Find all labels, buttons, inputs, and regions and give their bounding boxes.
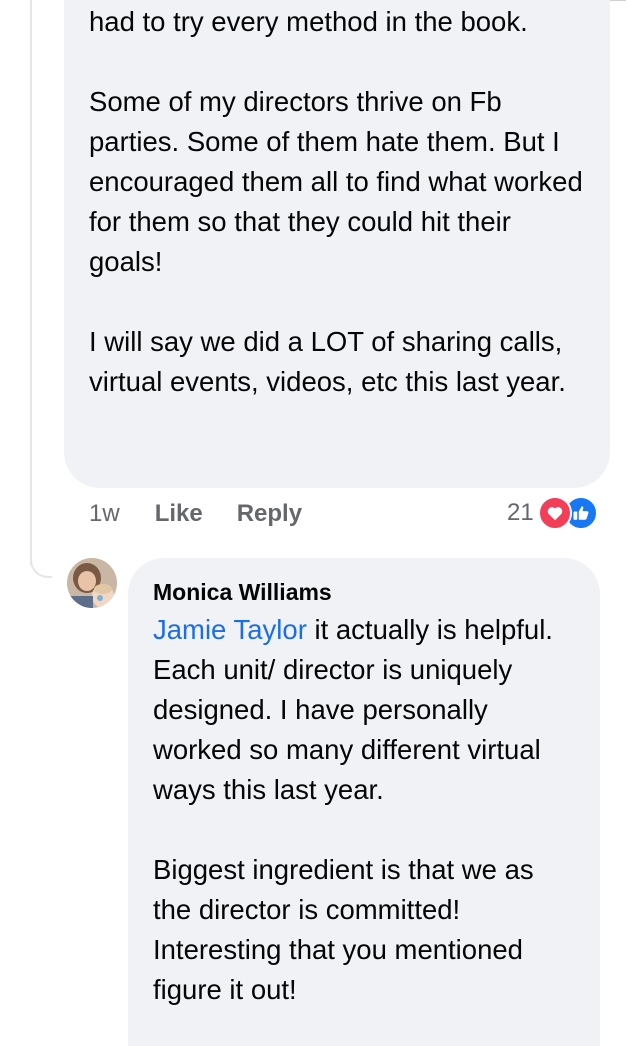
reply-text: Jamie Taylor it actually is helpful. Eac… <box>153 610 576 1010</box>
reply-bubble: Monica Williams Jamie Taylor it actually… <box>128 558 600 1046</box>
thread-connector <box>30 548 52 578</box>
comment-bubble: had to try every method in the book. Som… <box>64 0 610 488</box>
comment-actions: 1w Like Reply <box>89 497 302 531</box>
comment-thread: had to try every method in the book. Som… <box>0 0 626 1046</box>
love-icon <box>537 496 572 530</box>
comment-timestamp[interactable]: 1w <box>89 500 120 528</box>
reply-body: it actually is helpful. Each unit/ direc… <box>153 614 553 1005</box>
comment-author[interactable]: Monica Williams <box>153 576 576 608</box>
comment-text: had to try every method in the book. Som… <box>89 6 583 397</box>
like-button[interactable]: Like <box>155 500 203 528</box>
thread-line <box>30 0 32 565</box>
mention-link[interactable]: Jamie Taylor <box>153 614 307 645</box>
reactions-summary[interactable]: 21 <box>507 496 598 530</box>
reaction-count: 21 <box>507 499 534 526</box>
reply-button[interactable]: Reply <box>237 500 302 528</box>
avatar[interactable] <box>67 558 117 608</box>
